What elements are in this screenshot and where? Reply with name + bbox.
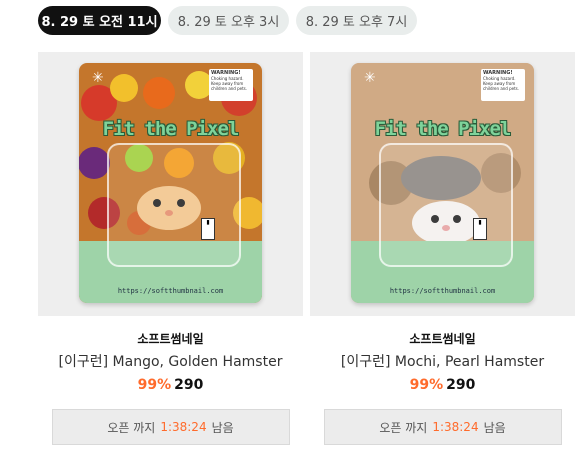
- tab-aug29-3pm[interactable]: 8. 29 토 오후 3시: [168, 6, 289, 35]
- product-name[interactable]: [이구런] Mochi, Pearl Hamster: [310, 353, 575, 371]
- price-row: 99% 290: [38, 376, 303, 394]
- seller-name: 소프트썸네일: [137, 332, 204, 346]
- countdown-button[interactable]: 오픈 까지 1:38:24 남음: [323, 409, 562, 445]
- product-card[interactable]: ✳ WARNING! Choking hazard. Keep away fro…: [38, 52, 303, 445]
- countdown-time: 1:38:24: [160, 420, 207, 434]
- product-image[interactable]: ✳ WARNING! Choking hazard. Keep away fro…: [38, 52, 303, 316]
- package-url: https://softthumbnail.com: [117, 287, 224, 295]
- price-row: 99% 290: [310, 376, 575, 394]
- package-brand: Fit the Pixel: [374, 118, 512, 140]
- countdown-suffix: 남음: [483, 420, 506, 435]
- discount-rate: 99%: [137, 377, 172, 393]
- countdown-button[interactable]: 오픈 까지 1:38:24 남음: [51, 409, 290, 445]
- countdown-prefix: 오픈 까지: [379, 420, 428, 435]
- tab-aug29-11am[interactable]: 8. 29 토 오전 11시: [38, 6, 161, 35]
- product-tag: ▮: [473, 218, 487, 240]
- seller-name: 소프트썸네일: [409, 332, 476, 346]
- product-name[interactable]: [이구런] Mango, Golden Hamster: [38, 353, 303, 371]
- product-tag: ▮: [201, 218, 215, 240]
- countdown-suffix: 남음: [211, 420, 234, 435]
- countdown-time: 1:38:24: [432, 420, 479, 434]
- package-brand: Fit the Pixel: [102, 118, 240, 140]
- tab-aug29-7pm[interactable]: 8. 29 토 오후 7시: [296, 6, 417, 35]
- schedule-tabs: 8. 29 토 오전 11시 8. 29 토 오후 3시 8. 29 토 오후 …: [38, 6, 417, 35]
- product-card[interactable]: ✳ WARNING! Choking hazard. Keep away fro…: [310, 52, 575, 445]
- blister-window: [107, 143, 241, 267]
- warning-text: Choking hazard. Keep away from children …: [211, 76, 248, 91]
- package-url: https://softthumbnail.com: [389, 287, 496, 295]
- discount-rate: 99%: [409, 377, 444, 393]
- package-art: ✳ WARNING! Choking hazard. Keep away fro…: [79, 63, 262, 303]
- price-amount: 290: [446, 377, 476, 393]
- price-amount: 290: [174, 377, 204, 393]
- hang-hole-icon: ✳: [364, 70, 376, 86]
- countdown-prefix: 오픈 까지: [107, 420, 156, 435]
- product-image[interactable]: ✳ WARNING! Choking hazard. Keep away fro…: [310, 52, 575, 316]
- warning-text: Choking hazard. Keep away from children …: [483, 76, 520, 91]
- blister-window: [379, 143, 513, 267]
- warning-label: WARNING! Choking hazard. Keep away from …: [481, 69, 525, 101]
- hang-hole-icon: ✳: [92, 70, 104, 86]
- warning-label: WARNING! Choking hazard. Keep away from …: [209, 69, 253, 101]
- package-art: ✳ WARNING! Choking hazard. Keep away fro…: [351, 63, 534, 303]
